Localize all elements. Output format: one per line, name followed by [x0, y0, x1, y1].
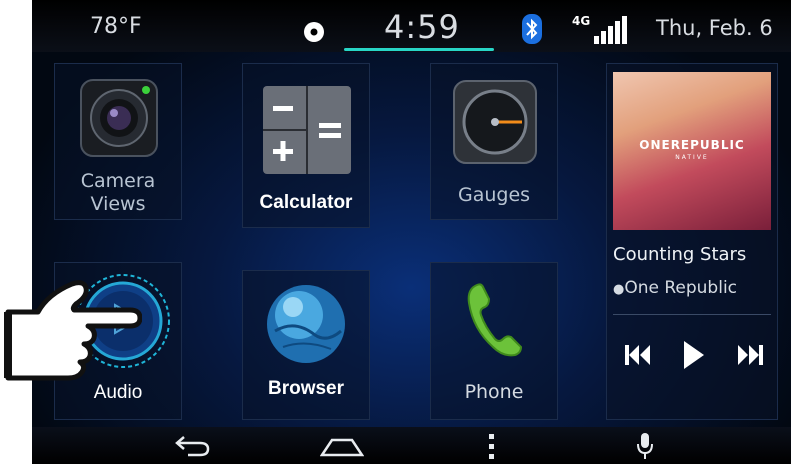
status-bar: 78°F 4:59 4G Thu, Feb. 6: [32, 0, 791, 52]
infotainment-screen: 78°F 4:59 4G Thu, Feb. 6 Camera Views Ca…: [32, 0, 791, 464]
play-icon[interactable]: [683, 340, 705, 370]
now-playing-panel: ONEREPUBLIC NATIVE Counting Stars ●One R…: [606, 63, 778, 420]
calculator-label: Calculator: [259, 192, 353, 213]
home-icon[interactable]: [320, 437, 364, 457]
microphone-icon[interactable]: [636, 432, 654, 460]
gauge-icon: [453, 80, 537, 164]
artist-row: ●One Republic: [613, 278, 737, 298]
phone-label: Phone: [464, 381, 524, 403]
progress-divider: [613, 314, 771, 315]
track-title: Counting Stars: [613, 244, 747, 265]
network-label: 4G: [572, 14, 591, 28]
clock: 4:59: [384, 8, 460, 46]
audio-label: Audio: [93, 382, 143, 403]
camera-icon: [79, 78, 159, 158]
browser-label: Browser: [267, 378, 345, 399]
bluetooth-icon[interactable]: [522, 14, 542, 44]
disc-icon[interactable]: [302, 20, 326, 44]
gauges-tile[interactable]: Gauges: [430, 63, 558, 220]
next-icon[interactable]: [737, 344, 763, 366]
clock-underline: [344, 48, 494, 51]
phone-tile[interactable]: Phone: [430, 262, 558, 420]
browser-tile[interactable]: Browser: [242, 270, 370, 420]
calculator-icon: [263, 86, 351, 174]
camera-views-tile[interactable]: Camera Views: [54, 63, 182, 220]
hand-pointer-icon: [2, 278, 142, 382]
menu-icon[interactable]: [488, 434, 496, 460]
album-title: ONEREPUBLIC: [639, 138, 745, 152]
signal-icon: [594, 16, 630, 44]
person-icon: ●: [613, 282, 625, 297]
camera-views-label: Camera Views: [80, 170, 156, 215]
phone-icon: [463, 281, 523, 361]
gauges-label: Gauges: [457, 184, 531, 206]
calculator-tile[interactable]: Calculator: [242, 63, 370, 228]
artist-name: One Republic: [624, 278, 738, 298]
album-subtitle: NATIVE: [675, 154, 709, 161]
previous-icon[interactable]: [625, 344, 651, 366]
temperature: 78°F: [90, 14, 142, 39]
album-art[interactable]: ONEREPUBLIC NATIVE: [613, 72, 771, 230]
navigation-bar: [32, 427, 791, 464]
date: Thu, Feb. 6: [656, 16, 773, 40]
back-icon[interactable]: [174, 435, 210, 457]
globe-icon: [265, 283, 347, 365]
